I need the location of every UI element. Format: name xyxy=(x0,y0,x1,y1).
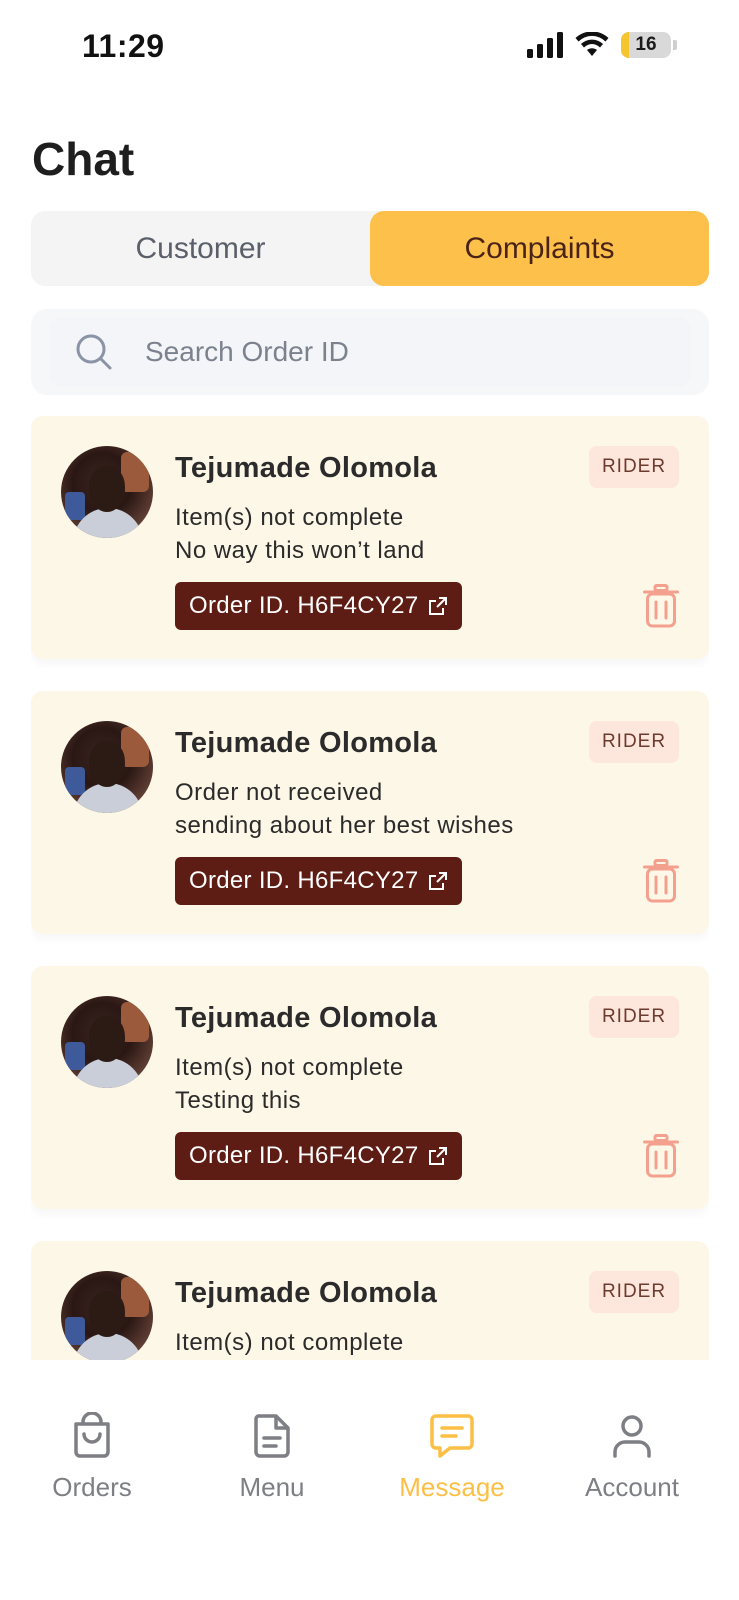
complaint-reason: Item(s) not complete xyxy=(175,504,404,531)
avatar xyxy=(61,1271,153,1360)
avatar xyxy=(61,721,153,813)
role-badge: RIDER xyxy=(589,996,679,1038)
nav-label-menu: Menu xyxy=(239,1472,305,1502)
nav-account[interactable]: Account xyxy=(552,1412,712,1503)
nav-label-orders: Orders xyxy=(52,1472,132,1502)
external-link-icon xyxy=(429,1147,448,1165)
customer-name: Tejumade Olomola xyxy=(175,1277,438,1309)
trash-icon[interactable] xyxy=(643,1134,679,1178)
complaint-message: No way this won’t land xyxy=(175,537,425,564)
complaint-card[interactable]: Tejumade Olomola RIDER Order not receive… xyxy=(31,691,709,934)
customer-name: Tejumade Olomola xyxy=(175,1002,438,1034)
search-input[interactable] xyxy=(145,336,625,368)
battery-indicator: 16 xyxy=(621,32,671,58)
nav-orders[interactable]: Orders xyxy=(12,1412,172,1503)
complaint-reason: Item(s) not complete xyxy=(175,1054,404,1081)
complaints-list[interactable]: Tejumade Olomola RIDER Item(s) not compl… xyxy=(31,416,709,1360)
order-id-label: Order ID. H6F4CY27 xyxy=(189,1142,419,1169)
bag-icon xyxy=(74,1412,110,1458)
segmented-tabs: Customer Complaints xyxy=(31,211,709,286)
battery-fill xyxy=(621,32,629,58)
search-bar xyxy=(31,309,709,395)
role-badge: RIDER xyxy=(589,1271,679,1313)
order-id-label: Order ID. H6F4CY27 xyxy=(189,592,419,619)
wifi-icon xyxy=(575,32,609,56)
battery-nub xyxy=(673,40,677,50)
avatar xyxy=(61,996,153,1088)
complaint-message: Testing this xyxy=(175,1087,302,1114)
order-id-button[interactable]: Order ID. H6F4CY27 xyxy=(175,582,463,630)
complaint-card[interactable]: Tejumade Olomola RIDER Item(s) not compl… xyxy=(31,1241,709,1360)
status-bar: 11:29 16 xyxy=(0,0,739,100)
signal-icon xyxy=(527,32,563,58)
order-id-label: Order ID. H6F4CY27 xyxy=(189,867,419,894)
user-icon xyxy=(613,1415,651,1458)
message-icon xyxy=(430,1414,474,1458)
battery-level: 16 xyxy=(635,34,657,55)
nav-label-account: Account xyxy=(585,1472,679,1502)
complaint-card[interactable]: Tejumade Olomola RIDER Item(s) not compl… xyxy=(31,966,709,1209)
role-badge: RIDER xyxy=(589,721,679,763)
order-id-button[interactable]: Order ID. H6F4CY27 xyxy=(175,857,463,905)
tab-customer[interactable]: Customer xyxy=(31,211,370,286)
search-icon xyxy=(76,334,112,370)
trash-icon[interactable] xyxy=(643,584,679,628)
complaint-message: sending about her best wishes xyxy=(175,812,514,839)
role-badge: RIDER xyxy=(589,446,679,488)
tab-complaints[interactable]: Complaints xyxy=(370,211,709,286)
order-id-button[interactable]: Order ID. H6F4CY27 xyxy=(175,1132,463,1180)
customer-name: Tejumade Olomola xyxy=(175,727,438,759)
status-icons: 16 xyxy=(527,32,677,58)
trash-icon[interactable] xyxy=(643,859,679,903)
external-link-icon xyxy=(429,872,448,890)
bottom-navigation: Orders Menu Message Account xyxy=(0,1360,739,1600)
status-time: 11:29 xyxy=(82,28,165,64)
complaint-card[interactable]: Tejumade Olomola RIDER Item(s) not compl… xyxy=(31,416,709,659)
complaint-reason: Order not received xyxy=(175,779,383,806)
search-field-container[interactable] xyxy=(49,317,691,387)
document-icon xyxy=(254,1414,290,1458)
nav-message[interactable]: Message xyxy=(372,1412,532,1503)
page-title: Chat xyxy=(32,133,135,185)
external-link-icon xyxy=(429,597,448,615)
nav-menu[interactable]: Menu xyxy=(192,1412,352,1503)
customer-name: Tejumade Olomola xyxy=(175,452,438,484)
nav-label-message: Message xyxy=(399,1472,505,1502)
avatar xyxy=(61,446,153,538)
complaint-reason: Item(s) not complete xyxy=(175,1329,404,1356)
